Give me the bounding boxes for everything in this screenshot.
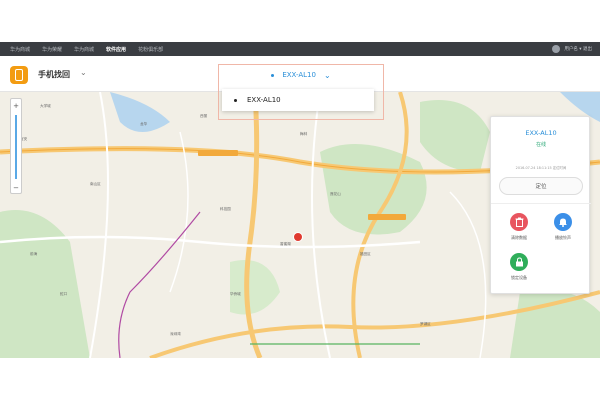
zoom-in-icon[interactable]: + <box>11 101 21 111</box>
zoom-out-icon[interactable]: − <box>11 183 21 193</box>
map-label: 深圳湾 <box>170 332 181 336</box>
map-label: 梅林 <box>300 132 308 136</box>
map-label: 南山区 <box>90 182 101 186</box>
nav-item-store[interactable]: 华为商城 <box>74 46 94 53</box>
app-title: 手机找回 <box>38 70 70 79</box>
location-timestamp: 2016-07-24 18:11:15 定位时间 <box>515 166 567 170</box>
zoom-slider[interactable] <box>15 115 17 179</box>
map-label: 华侨城 <box>230 292 241 296</box>
nav-item-club[interactable]: 花粉俱乐部 <box>138 46 163 53</box>
map-label: 香蜜湖 <box>280 242 291 246</box>
device-selector-header[interactable]: EXX-AL10 ⌄ <box>219 65 383 85</box>
map-label: 蛇口 <box>60 292 68 296</box>
map-label: 科技园 <box>220 207 231 211</box>
erase-data-label: 清除数据 <box>511 235 527 240</box>
map-label: 前海 <box>30 252 38 256</box>
map-label: 罗湖区 <box>420 322 431 326</box>
divider <box>491 203 591 204</box>
status-badge: 在线 <box>535 142 546 148</box>
user-menu[interactable]: 用户名 ▾ 退出 <box>552 42 592 56</box>
play-ringtone-button[interactable]: 播放铃声 <box>543 213 583 241</box>
bullet-icon <box>234 98 237 102</box>
user-label: 用户名 ▾ 退出 <box>564 47 592 52</box>
chevron-down-icon: ⌄ <box>323 70 331 80</box>
erase-data-button[interactable]: 清除数据 <box>499 213 539 241</box>
locate-button[interactable]: 定位 <box>499 177 583 195</box>
map-label: 龙华 <box>140 122 148 126</box>
trash-icon <box>510 213 528 231</box>
status-dot-icon <box>271 73 275 77</box>
selected-device: EXX-AL10 <box>282 71 316 79</box>
device-dropdown-option[interactable]: EXX-AL10 <box>222 89 374 111</box>
lock-icon <box>510 253 528 271</box>
bell-icon <box>554 213 572 231</box>
lock-device-button[interactable]: 锁定设备 <box>499 253 539 281</box>
location-pin-icon[interactable] <box>294 233 302 241</box>
chevron-down-icon[interactable]: ⌄ <box>80 68 87 77</box>
map-label: 西丽 <box>200 114 208 118</box>
avatar <box>552 45 561 53</box>
nav-item-apps[interactable]: 软件应用 <box>106 46 126 53</box>
top-navigation-bar: 华为商城 华为荣耀 华为商城 软件应用 花粉俱乐部 用户名 ▾ 退出 <box>0 42 600 56</box>
device-option-label: EXX-AL10 <box>247 96 281 104</box>
map-label: 福田区 <box>360 252 371 256</box>
nav-item-vmall[interactable]: 华为商城 <box>10 46 30 53</box>
play-ringtone-label: 播放铃声 <box>555 235 571 240</box>
phone-finder-icon <box>10 66 28 84</box>
map-label: 大学城 <box>40 104 51 108</box>
map-label: 莲花山 <box>330 192 341 196</box>
nav-item-honor[interactable]: 华为荣耀 <box>42 46 62 53</box>
zoom-control: + − <box>10 98 22 194</box>
device-panel: EXX-AL10 在线 2016-07-24 18:11:15 定位时间 定位 … <box>490 116 591 294</box>
device-name: EXX-AL10 <box>525 129 557 137</box>
lock-device-label: 锁定设备 <box>511 275 527 280</box>
